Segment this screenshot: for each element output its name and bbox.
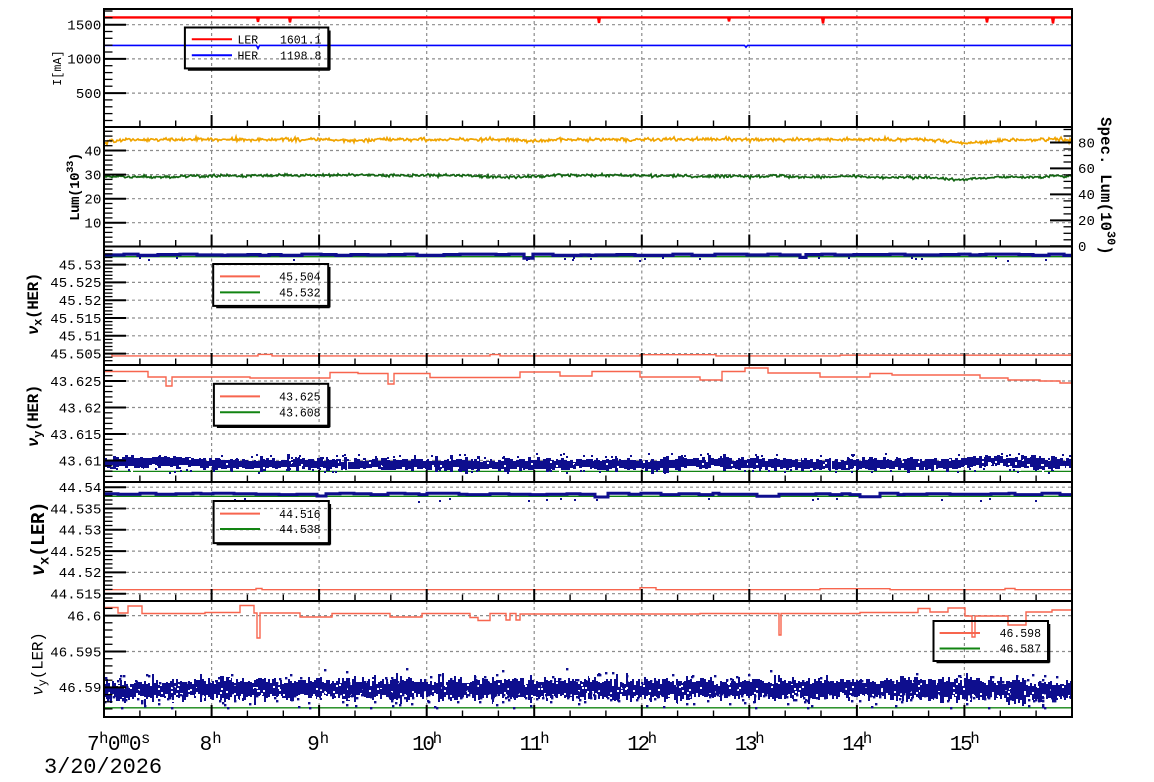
svg-text:80: 80 — [1078, 136, 1095, 152]
svg-text:0: 0 — [1078, 240, 1087, 256]
svg-text:44.525: 44.525 — [50, 545, 101, 561]
svg-text:44.54: 44.54 — [59, 481, 102, 497]
svg-text:HER: HER — [238, 51, 259, 64]
svg-text:43.608: 43.608 — [279, 407, 321, 420]
svg-text:3/20/2026: 3/20/2026 — [44, 755, 162, 780]
svg-text:45.504: 45.504 — [279, 272, 321, 285]
svg-text:46.595: 46.595 — [50, 645, 101, 661]
svg-text:LER: LER — [238, 35, 259, 48]
svg-text:43.625: 43.625 — [279, 392, 321, 405]
svg-text:20: 20 — [1078, 214, 1095, 230]
svg-text:40: 40 — [1078, 188, 1095, 204]
svg-text:1500: 1500 — [67, 19, 101, 35]
svg-text:1198.8: 1198.8 — [280, 51, 322, 64]
svg-text:60: 60 — [1078, 162, 1095, 178]
svg-text:44.53: 44.53 — [59, 524, 102, 540]
svg-text:1601.1: 1601.1 — [280, 35, 322, 48]
svg-text:46.587: 46.587 — [1000, 644, 1041, 657]
svg-text:44.52: 44.52 — [59, 566, 102, 582]
svg-text:7h0m0s: 7h0m0s — [87, 730, 150, 757]
svg-text:46.598: 46.598 — [1000, 628, 1042, 641]
svg-text:45.53: 45.53 — [59, 258, 102, 274]
svg-text:45.51: 45.51 — [59, 330, 102, 346]
svg-text:40: 40 — [84, 144, 101, 160]
svg-text:44.535: 44.535 — [50, 502, 101, 518]
svg-text:30: 30 — [84, 168, 101, 184]
svg-text:45.525: 45.525 — [50, 276, 101, 292]
svg-text:10: 10 — [84, 217, 101, 233]
svg-text:43.62: 43.62 — [59, 401, 102, 417]
svg-text:1000: 1000 — [67, 53, 101, 69]
svg-text:46.59: 46.59 — [59, 681, 102, 697]
svg-text:I[mA]: I[mA] — [52, 50, 65, 86]
svg-text:45.52: 45.52 — [59, 294, 102, 310]
svg-text:20: 20 — [84, 193, 101, 209]
svg-text:45.505: 45.505 — [50, 347, 101, 363]
svg-text:43.625: 43.625 — [50, 375, 101, 391]
svg-text:43.615: 43.615 — [50, 428, 101, 444]
svg-text:45.532: 45.532 — [279, 288, 321, 301]
svg-text:46.6: 46.6 — [67, 609, 101, 625]
svg-text:44.516: 44.516 — [279, 509, 321, 522]
svg-text:43.61: 43.61 — [59, 454, 102, 470]
svg-text:44.515: 44.515 — [50, 588, 101, 604]
svg-text:500: 500 — [76, 87, 102, 103]
svg-text:45.515: 45.515 — [50, 312, 101, 328]
svg-text:44.538: 44.538 — [279, 524, 321, 537]
